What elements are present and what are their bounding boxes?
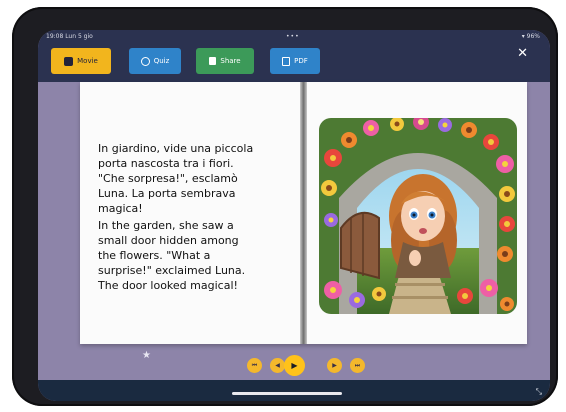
girl-in-flower-archway-illustration	[319, 118, 517, 314]
left-page: In giardino, vide una piccola porta nasc…	[80, 82, 300, 344]
multitasking-dots[interactable]: •••	[286, 33, 300, 40]
first-page-icon: ⏮	[251, 361, 258, 369]
app-screenshot: 19:08 Lun 5 gio ••• ▾ 96% Movie Quiz Sha…	[0, 0, 566, 412]
play-icon: ▶	[291, 361, 298, 370]
pdf-button[interactable]: PDF	[270, 48, 320, 74]
story-text-english: In the garden, she saw a small door hidd…	[98, 219, 246, 292]
close-button[interactable]: ✕	[517, 47, 528, 60]
storybook-spread: In giardino, vide una piccola porta nasc…	[80, 82, 527, 344]
status-battery: ▾ 96%	[521, 33, 540, 40]
bottom-bar	[38, 380, 550, 401]
quiz-button-label: Quiz	[153, 57, 170, 65]
quiz-button[interactable]: Quiz	[129, 48, 181, 74]
first-page-button[interactable]: ⏮	[247, 358, 262, 373]
next-page-icon: ▶	[332, 362, 337, 369]
pdf-button-label: PDF	[294, 57, 308, 65]
top-toolbar: 19:08 Lun 5 gio ••• ▾ 96% Movie Quiz Sha…	[38, 30, 550, 82]
film-icon	[64, 56, 74, 66]
story-text-italian: In giardino, vide una piccola porta nasc…	[98, 142, 254, 215]
play-button[interactable]: ▶	[284, 355, 305, 376]
document-icon	[282, 56, 291, 66]
story-illustration	[319, 118, 517, 314]
movie-button-label: Movie	[77, 57, 98, 65]
previous-page-icon: ◀	[275, 362, 280, 369]
share-button-label: Share	[220, 57, 241, 65]
book-spine	[300, 82, 307, 344]
share-icon	[209, 57, 217, 65]
star-icon[interactable]: ★	[142, 350, 151, 361]
movie-button[interactable]: Movie	[51, 48, 111, 74]
tablet-frame: 19:08 Lun 5 gio ••• ▾ 96% Movie Quiz Sha…	[12, 7, 558, 406]
right-page	[307, 82, 527, 344]
tablet-screen: 19:08 Lun 5 gio ••• ▾ 96% Movie Quiz Sha…	[38, 30, 550, 401]
share-button[interactable]: Share	[196, 48, 254, 74]
resize-icon[interactable]: ⤡	[536, 387, 542, 397]
quiz-icon	[140, 56, 150, 66]
last-page-icon: ⏭	[354, 361, 361, 369]
home-indicator[interactable]	[232, 392, 342, 395]
previous-page-button[interactable]: ◀	[270, 358, 285, 373]
next-page-button[interactable]: ▶	[327, 358, 342, 373]
status-time: 19:08 Lun 5 gio	[46, 33, 93, 40]
last-page-button[interactable]: ⏭	[350, 358, 365, 373]
